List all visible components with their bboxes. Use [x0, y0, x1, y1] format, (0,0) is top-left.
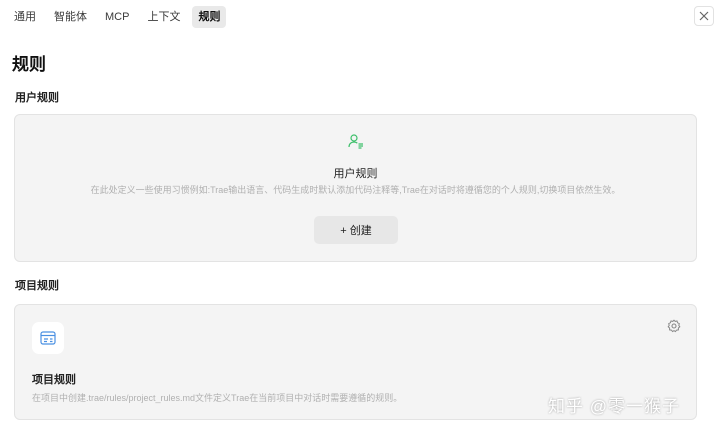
close-button[interactable] — [694, 6, 714, 26]
project-rule-icon — [40, 331, 56, 345]
tab-rules[interactable]: 规则 — [192, 6, 227, 28]
project-rule-icon-box — [32, 322, 64, 354]
user-rules-section-title: 用户规则 — [15, 92, 59, 104]
gear-icon[interactable] — [667, 319, 681, 333]
project-rules-title: 项目规则 — [32, 374, 76, 386]
tab-context[interactable]: 上下文 — [141, 6, 186, 28]
user-rules-title: 用户规则 — [333, 168, 378, 180]
tab-general[interactable]: 通用 — [8, 6, 42, 28]
user-rules-description: 在此处定义一些使用习惯例如:Trae输出语言、代码生成时默认添加代码注释等,Tr… — [90, 185, 621, 195]
page-title: 规则 — [12, 55, 46, 74]
project-rules-description: 在项目中创建.trae/rules/project_rules.md文件定义Tr… — [32, 393, 403, 403]
project-rules-section-title: 项目规则 — [15, 280, 59, 292]
tab-bar: 通用 智能体 MCP 上下文 规则 — [8, 6, 227, 28]
create-user-rule-button[interactable]: + 创建 — [314, 216, 398, 244]
user-rules-card: 用户规则 在此处定义一些使用习惯例如:Trae输出语言、代码生成时默认添加代码注… — [14, 114, 697, 262]
tab-agents[interactable]: 智能体 — [48, 6, 93, 28]
user-rule-icon — [348, 134, 363, 149]
close-icon — [699, 11, 709, 21]
tab-mcp[interactable]: MCP — [99, 6, 135, 28]
watermark: 知乎 @零一猴子 — [548, 397, 680, 416]
